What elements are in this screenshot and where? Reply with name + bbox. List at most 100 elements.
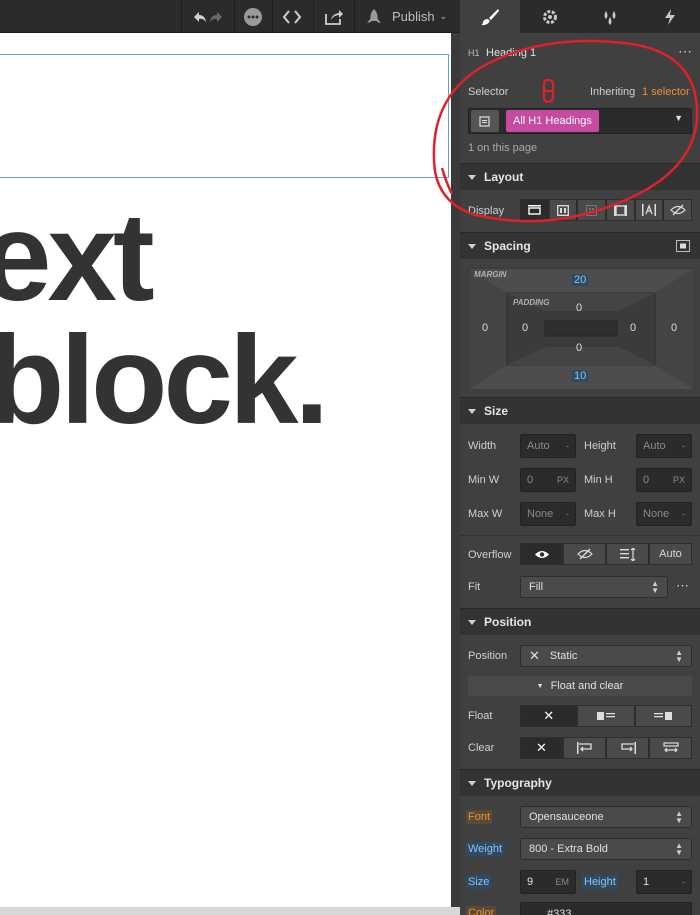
heading-line-1[interactable]: ext bbox=[0, 195, 155, 320]
clear-right-button[interactable] bbox=[606, 737, 649, 759]
updown-icon: ▲ ▼ bbox=[675, 648, 683, 664]
comments-button[interactable] bbox=[235, 0, 270, 33]
position-value: Static bbox=[549, 650, 578, 662]
updown-icon: ▲ ▼ bbox=[651, 579, 659, 595]
section-layout-title: Layout bbox=[484, 170, 524, 184]
overflow-auto-button[interactable]: Auto bbox=[649, 543, 692, 565]
panel-tabs bbox=[460, 0, 700, 33]
tab-style[interactable] bbox=[460, 0, 520, 33]
min-width-label: Min W bbox=[468, 474, 500, 486]
padding-bottom-value[interactable]: 0 bbox=[576, 342, 582, 354]
spacing-expand-icon[interactable] bbox=[676, 240, 690, 252]
close-icon: ✕ bbox=[543, 708, 555, 723]
min-height-input[interactable]: 0 PX bbox=[636, 468, 692, 492]
padding-top-value[interactable]: 0 bbox=[576, 302, 582, 314]
clear-left-button[interactable] bbox=[563, 737, 606, 759]
margin-label: MARGIN bbox=[474, 270, 507, 279]
max-height-input[interactable]: None - bbox=[636, 502, 692, 526]
float-options: ✕ bbox=[520, 705, 692, 727]
spacing-box-model: MARGIN PADDING 20 10 0 0 0 0 0 0 bbox=[468, 268, 693, 389]
tab-lightning[interactable] bbox=[640, 0, 700, 33]
publish-button[interactable]: Publish ⌄ bbox=[358, 0, 454, 33]
heading-line-2[interactable]: block. bbox=[0, 318, 329, 443]
padding-right-value[interactable]: 0 bbox=[630, 322, 636, 334]
width-input[interactable]: Auto - bbox=[520, 434, 576, 458]
height-input[interactable]: Auto - bbox=[636, 434, 692, 458]
element-header: H1 Heading 1 ⋯ bbox=[460, 33, 700, 75]
display-inline-button[interactable] bbox=[634, 199, 664, 221]
float-right-button[interactable] bbox=[634, 705, 692, 727]
gear-icon bbox=[543, 9, 557, 24]
overflow-hidden-button[interactable] bbox=[563, 543, 606, 565]
caret-down-icon bbox=[468, 408, 476, 414]
max-width-input[interactable]: None - bbox=[520, 502, 576, 526]
canvas-scroll-gutter bbox=[451, 33, 460, 915]
color-input[interactable]: #333 bbox=[520, 902, 692, 915]
fit-more-icon[interactable]: ⋯ bbox=[676, 578, 689, 594]
float-none-button[interactable]: ✕ bbox=[520, 705, 578, 727]
padding-left-value[interactable]: 0 bbox=[522, 322, 528, 334]
tab-interactions[interactable] bbox=[580, 0, 640, 33]
clear-both-button[interactable] bbox=[649, 737, 692, 759]
margin-left-value[interactable]: 0 bbox=[482, 322, 488, 334]
float-left-button[interactable] bbox=[577, 705, 635, 727]
display-inline-block-button[interactable] bbox=[606, 199, 635, 221]
section-spacing[interactable]: Spacing bbox=[460, 232, 700, 259]
font-select[interactable]: Opensauceone ▲ ▼ bbox=[520, 806, 692, 828]
overflow-visible-button[interactable] bbox=[520, 543, 563, 565]
clear-none-button[interactable]: ✕ bbox=[520, 737, 563, 759]
overflow-scroll-button[interactable] bbox=[606, 543, 649, 565]
line-height-label: Height bbox=[582, 875, 618, 889]
drops-icon bbox=[604, 10, 616, 25]
display-none-button[interactable] bbox=[663, 199, 693, 221]
design-canvas[interactable]: ext block. bbox=[0, 33, 451, 907]
font-label: Font bbox=[466, 810, 493, 824]
weight-label: Weight bbox=[466, 842, 505, 856]
fit-select[interactable]: Fill ▲ ▼ bbox=[520, 576, 668, 598]
display-flex-button[interactable] bbox=[548, 199, 578, 221]
tab-settings[interactable] bbox=[520, 0, 580, 33]
line-height-input[interactable]: 1- bbox=[636, 870, 692, 894]
display-block-button[interactable] bbox=[520, 199, 549, 221]
display-label: Display bbox=[468, 205, 505, 217]
position-select[interactable]: ✕ Static ▲ ▼ bbox=[520, 645, 692, 667]
weight-select[interactable]: 800 - Extra Bold ▲ ▼ bbox=[520, 838, 692, 860]
caret-down-icon[interactable]: ▼ bbox=[674, 113, 683, 123]
section-size[interactable]: Size bbox=[460, 397, 700, 424]
margin-top-value[interactable]: 20 bbox=[572, 274, 589, 286]
fit-label: Fit bbox=[468, 581, 481, 593]
style-panel: H1 Heading 1 ⋯ Selector Inheriting 1 sel… bbox=[460, 0, 700, 915]
export-button[interactable] bbox=[314, 0, 354, 33]
float-label: Float bbox=[468, 710, 493, 722]
color-value: #333 bbox=[547, 908, 572, 915]
float-clear-toggle[interactable]: ▼ Float and clear bbox=[468, 676, 692, 696]
lightning-icon bbox=[665, 8, 675, 25]
undo-redo-buttons[interactable] bbox=[186, 0, 230, 33]
selector-chip[interactable]: All H1 Headings bbox=[506, 110, 599, 132]
block-icon bbox=[527, 204, 541, 215]
chevron-down-icon: ⌄ bbox=[439, 11, 448, 21]
grid-icon bbox=[586, 204, 598, 216]
overflow-options: Auto bbox=[520, 543, 692, 565]
margin-right-value[interactable]: 0 bbox=[671, 322, 677, 334]
selector-field[interactable]: All H1 Headings ▼ bbox=[468, 108, 692, 134]
more-options-icon[interactable]: ⋯ bbox=[678, 43, 692, 60]
eye-icon bbox=[534, 550, 549, 558]
section-layout[interactable]: Layout bbox=[460, 163, 700, 190]
selector-count-note: 1 on this page bbox=[468, 142, 538, 154]
selector-menu-button[interactable] bbox=[471, 110, 499, 132]
updown-icon: ▲ ▼ bbox=[675, 841, 683, 857]
code-view-button[interactable] bbox=[273, 0, 311, 33]
section-typography[interactable]: Typography bbox=[460, 769, 700, 796]
font-size-input[interactable]: 9 EM bbox=[520, 870, 576, 894]
scroll-icon bbox=[619, 547, 635, 561]
section-position[interactable]: Position bbox=[460, 608, 700, 635]
margin-bottom-value[interactable]: 10 bbox=[572, 370, 589, 382]
min-height-unit: PX bbox=[672, 475, 685, 485]
rocket-icon bbox=[367, 8, 381, 23]
inheriting-link[interactable]: 1 selector bbox=[642, 86, 690, 98]
display-grid-button[interactable] bbox=[577, 199, 607, 221]
min-width-input[interactable]: 0 PX bbox=[520, 468, 576, 492]
width-label: Width bbox=[468, 440, 497, 452]
divider bbox=[460, 535, 700, 536]
